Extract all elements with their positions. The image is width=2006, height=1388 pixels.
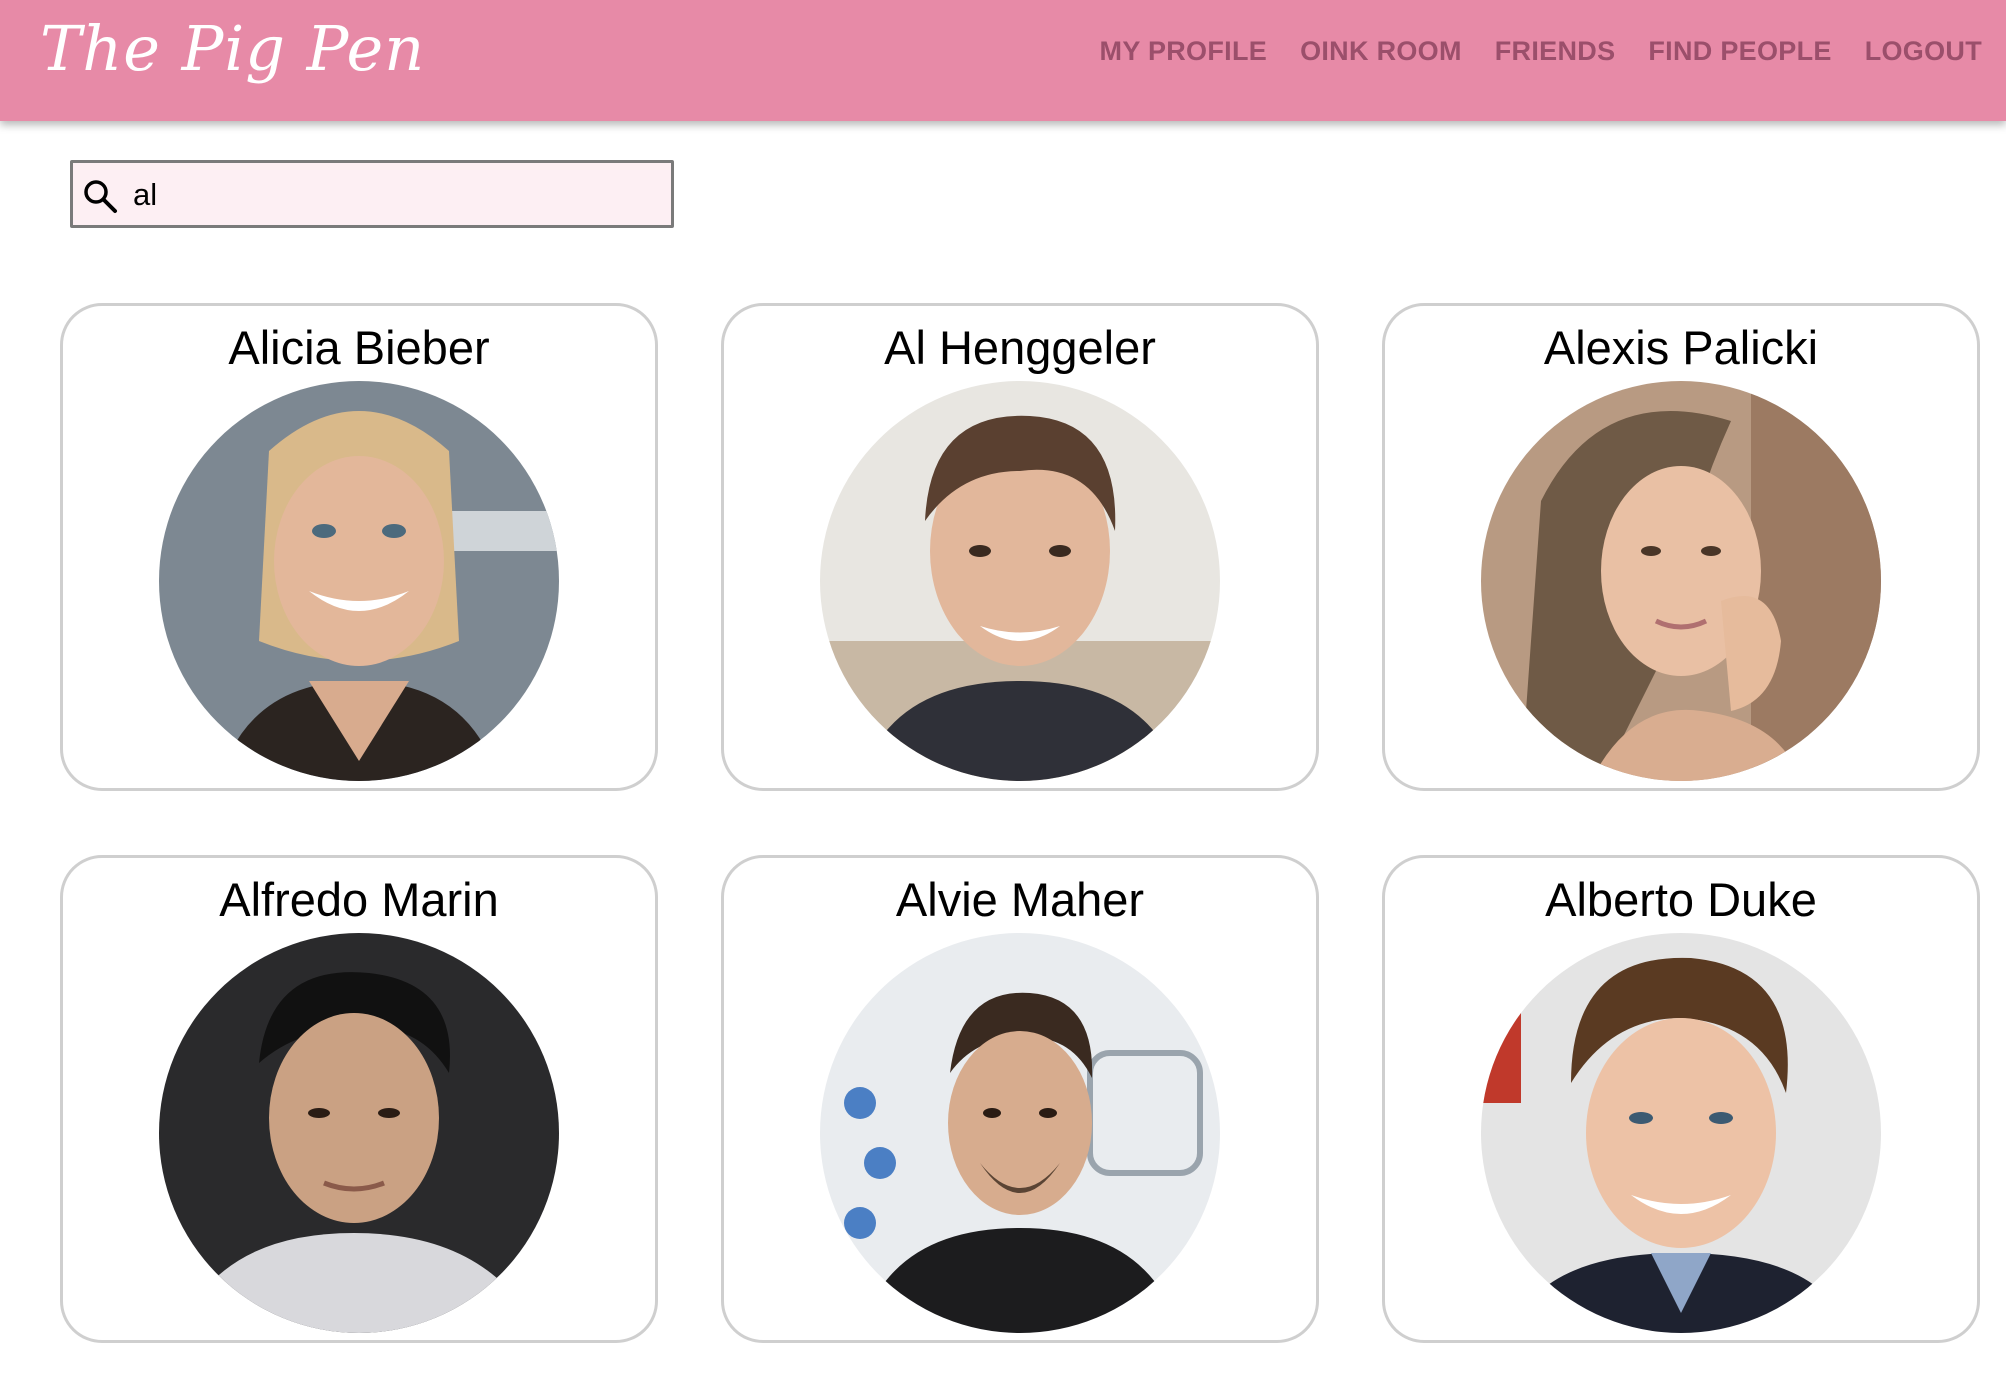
person-name: Alvie Maher bbox=[895, 873, 1145, 926]
top-navbar: The Pig Pen MY PROFILE OINK ROOM FRIENDS… bbox=[0, 0, 2006, 121]
nav-friends[interactable]: FRIENDS bbox=[1495, 36, 1616, 67]
search-box[interactable] bbox=[70, 160, 674, 228]
person-name: Al Henggeler bbox=[884, 321, 1156, 374]
app-logo[interactable]: The Pig Pen bbox=[40, 12, 425, 85]
avatar bbox=[159, 933, 559, 1333]
person-card[interactable]: Alicia Bieber bbox=[60, 303, 658, 791]
nav-logout[interactable]: LOGOUT bbox=[1865, 36, 1982, 67]
person-card[interactable]: Alvie Maher bbox=[721, 855, 1319, 1343]
nav-links: MY PROFILE OINK ROOM FRIENDS FIND PEOPLE… bbox=[1067, 36, 1982, 67]
search-input[interactable] bbox=[133, 173, 653, 217]
person-name: Alicia Bieber bbox=[228, 321, 490, 374]
avatar bbox=[1481, 933, 1881, 1333]
person-name: Alberto Duke bbox=[1545, 873, 1817, 926]
avatar bbox=[820, 381, 1220, 781]
nav-find-people[interactable]: FIND PEOPLE bbox=[1648, 36, 1831, 67]
search-icon bbox=[84, 180, 117, 213]
person-card[interactable]: Al Henggeler bbox=[721, 303, 1319, 791]
person-card[interactable]: Alexis Palicki bbox=[1382, 303, 1980, 791]
person-name: Alexis Palicki bbox=[1543, 321, 1819, 374]
person-name: Alfredo Marin bbox=[219, 873, 499, 926]
person-card[interactable]: Alberto Duke bbox=[1382, 855, 1980, 1343]
avatar bbox=[1481, 381, 1881, 781]
avatar bbox=[159, 381, 559, 781]
person-card[interactable]: Alfredo Marin bbox=[60, 855, 658, 1343]
avatar bbox=[820, 933, 1220, 1333]
nav-my-profile[interactable]: MY PROFILE bbox=[1100, 36, 1268, 67]
nav-oink-room[interactable]: OINK ROOM bbox=[1300, 36, 1462, 67]
